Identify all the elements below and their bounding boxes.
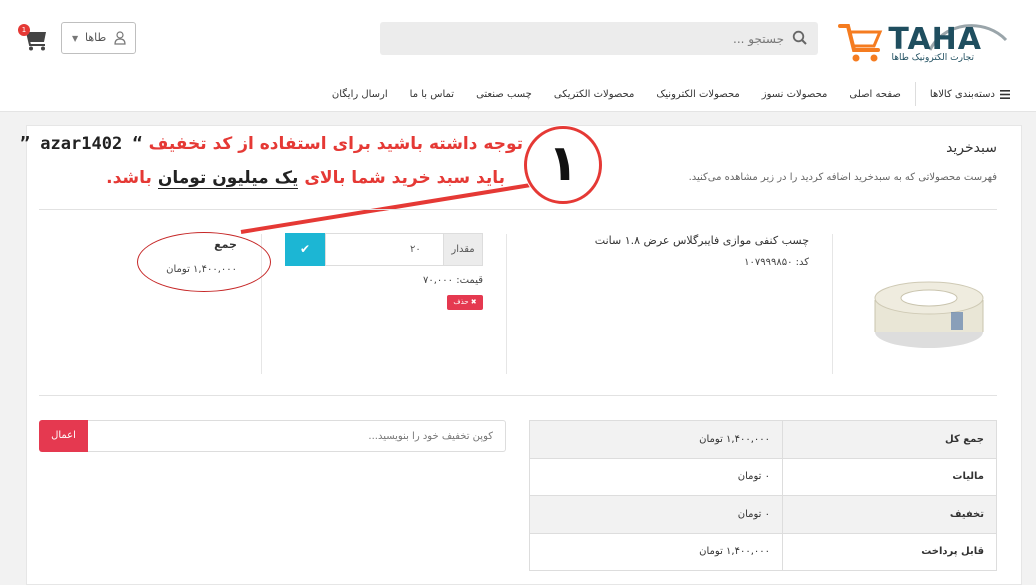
discount-label: تخفیف xyxy=(782,495,997,534)
page-title: سبدخرید xyxy=(946,140,997,156)
cart-count-badge: 1 xyxy=(18,24,30,36)
quantity-control: مقدار ✔ xyxy=(285,233,483,266)
nav-item-electrical[interactable]: محصولات الکتریکی xyxy=(554,89,634,100)
divider xyxy=(39,395,997,396)
site-logo[interactable]: TAHA تجارت الکترونیک طاها xyxy=(838,10,1010,66)
page-subtitle: فهرست محصولاتی که به سبدخرید اضافه کردید… xyxy=(688,172,997,183)
line-sum-label: جمع xyxy=(214,238,237,251)
logo-subtitle: تجارت الکترونیک طاها xyxy=(891,53,974,63)
nav-item-industrial-tape[interactable]: چسب صنعتی xyxy=(476,89,532,100)
product-price: قیمت: ۷۰,۰۰۰ xyxy=(423,275,483,286)
divider xyxy=(832,234,833,374)
search-icon[interactable] xyxy=(792,30,808,46)
search-input[interactable] xyxy=(394,22,784,55)
line-sum-value: ۱,۴۰۰,۰۰۰ تومان xyxy=(166,264,237,275)
user-menu-button[interactable]: ▼ طاها xyxy=(61,22,136,54)
table-row: مالیات ۰ تومان xyxy=(529,457,997,496)
coupon-input[interactable] xyxy=(88,420,506,452)
nav-categories-label: دسته‌بندی کالاها xyxy=(929,88,995,100)
payable-value: ۱,۴۰۰,۰۰۰ تومان xyxy=(529,532,783,571)
apply-coupon-button[interactable]: اعمال xyxy=(39,420,88,452)
nav-item-contact[interactable]: تماس با ما xyxy=(410,89,454,100)
main-nav: دسته‌بندی کالاها صفحه اصلی محصولات نسوز … xyxy=(310,82,1010,106)
user-name: طاها xyxy=(85,31,107,44)
product-code: کد: ۱۰۷۹۹۹۸۵۰ xyxy=(744,257,809,268)
menu-icon xyxy=(1000,89,1010,99)
table-row: قابل پرداخت ۱,۴۰۰,۰۰۰ تومان xyxy=(529,532,997,571)
nav-item-free-shipping[interactable]: ارسال رایگان xyxy=(332,89,388,100)
caret-down-icon: ▼ xyxy=(72,34,79,43)
tax-value: ۰ تومان xyxy=(529,457,783,496)
nav-item-refractory[interactable]: محصولات نسوز xyxy=(762,89,828,100)
search-bar xyxy=(380,22,818,55)
tax-label: مالیات xyxy=(782,457,997,496)
total-label: جمع کل xyxy=(782,420,997,459)
total-value: ۱,۴۰۰,۰۰۰ تومان xyxy=(529,420,783,459)
logo-cart-icon xyxy=(838,24,883,62)
sum-highlight-ellipse xyxy=(137,232,271,292)
quantity-input[interactable] xyxy=(325,233,443,266)
discount-value: ۰ تومان xyxy=(529,495,783,534)
divider xyxy=(506,234,507,374)
check-icon: ✔ xyxy=(299,242,311,256)
logo-wordmark: TAHA xyxy=(888,22,982,57)
header-cart[interactable]: 1 xyxy=(18,24,48,51)
product-name[interactable]: چسب کنفی موازی فایبرگلاس عرض ۱.۸ سانت xyxy=(595,234,809,247)
delete-button[interactable]: ✖ حذف xyxy=(447,295,483,310)
cart-panel: سبدخرید فهرست محصولاتی که به سبدخرید اضا… xyxy=(20,125,1022,585)
quantity-label: مقدار xyxy=(443,233,483,266)
table-row: تخفیف ۰ تومان xyxy=(529,495,997,534)
nav-item-home[interactable]: صفحه اصلی xyxy=(849,89,900,100)
nav-categories[interactable]: دسته‌بندی کالاها xyxy=(914,82,1010,106)
table-row: جمع کل ۱,۴۰۰,۰۰۰ تومان xyxy=(529,420,997,459)
payable-label: قابل پرداخت xyxy=(782,532,997,571)
product-image[interactable] xyxy=(855,260,1001,360)
coupon-form: اعمال xyxy=(39,420,506,452)
user-icon xyxy=(114,31,126,45)
annotation-number: ۱ xyxy=(547,134,579,192)
divider xyxy=(39,209,997,210)
nav-item-electronic[interactable]: محصولات الکترونیک xyxy=(656,89,739,100)
site-header: TAHA تجارت الکترونیک طاها ▼ طاها 1 xyxy=(0,0,1036,112)
update-quantity-button[interactable]: ✔ xyxy=(285,233,325,266)
annotation-badge: ۱ xyxy=(524,126,602,204)
totals-table: جمع کل ۱,۴۰۰,۰۰۰ تومان مالیات ۰ تومان تخ… xyxy=(529,420,997,571)
